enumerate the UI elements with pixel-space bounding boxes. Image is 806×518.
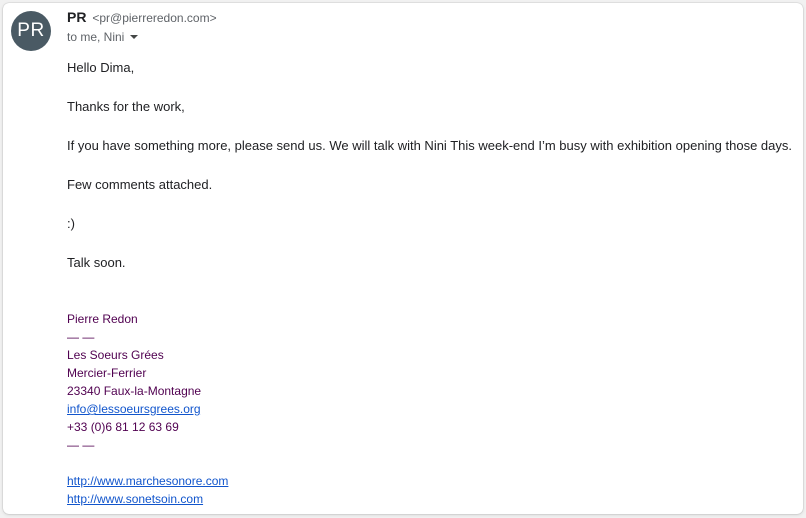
- signature-city: 23340 Faux-la-Montagne: [67, 384, 202, 398]
- recipients-text: to me, Nini: [67, 30, 125, 44]
- website-link[interactable]: http://www.sonetsoin.com: [67, 492, 203, 506]
- signature-phone: +33 (0)6 81 12 63 69: [67, 420, 179, 434]
- signature-org: Les Soeurs Grées: [67, 348, 164, 362]
- signature-street: Mercier-Ferrier: [67, 366, 147, 380]
- signature-divider: — —: [67, 438, 95, 452]
- website-link-row: http://www.marchesonore.com: [67, 472, 228, 490]
- recipients-line: to me, Nini: [67, 30, 139, 44]
- email-signature: Pierre Redon — — Les Soeurs Grées Mercie…: [67, 310, 201, 454]
- signature-email-link[interactable]: info@lessoeursgrees.org: [67, 402, 201, 416]
- body-paragraph: Few comments attached.: [67, 177, 213, 192]
- body-paragraph: If you have something more, please send …: [67, 138, 792, 153]
- website-links: http://www.marchesonore.com http://www.s…: [67, 472, 228, 508]
- sender-email: <pr@pierreredon.com>: [92, 11, 217, 25]
- email-message-card: PR PR <pr@pierreredon.com> to me, Nini H…: [3, 3, 803, 514]
- body-paragraph: :): [67, 216, 75, 231]
- website-link[interactable]: http://www.marchesonore.com: [67, 474, 228, 488]
- caret-down-icon[interactable]: [130, 35, 139, 39]
- sender-name[interactable]: PR: [67, 9, 86, 25]
- signature-name: Pierre Redon: [67, 312, 138, 326]
- signature-email-row: info@lessoeursgrees.org: [67, 400, 201, 418]
- sender-avatar[interactable]: PR: [11, 11, 51, 51]
- body-paragraph: Talk soon.: [67, 255, 126, 270]
- greeting: Hello Dima,: [67, 60, 135, 75]
- website-link-row: http://www.sonetsoin.com: [67, 490, 228, 508]
- signature-divider: — —: [67, 330, 95, 344]
- sender-line: PR <pr@pierreredon.com>: [67, 9, 217, 25]
- body-paragraph: Thanks for the work,: [67, 99, 185, 114]
